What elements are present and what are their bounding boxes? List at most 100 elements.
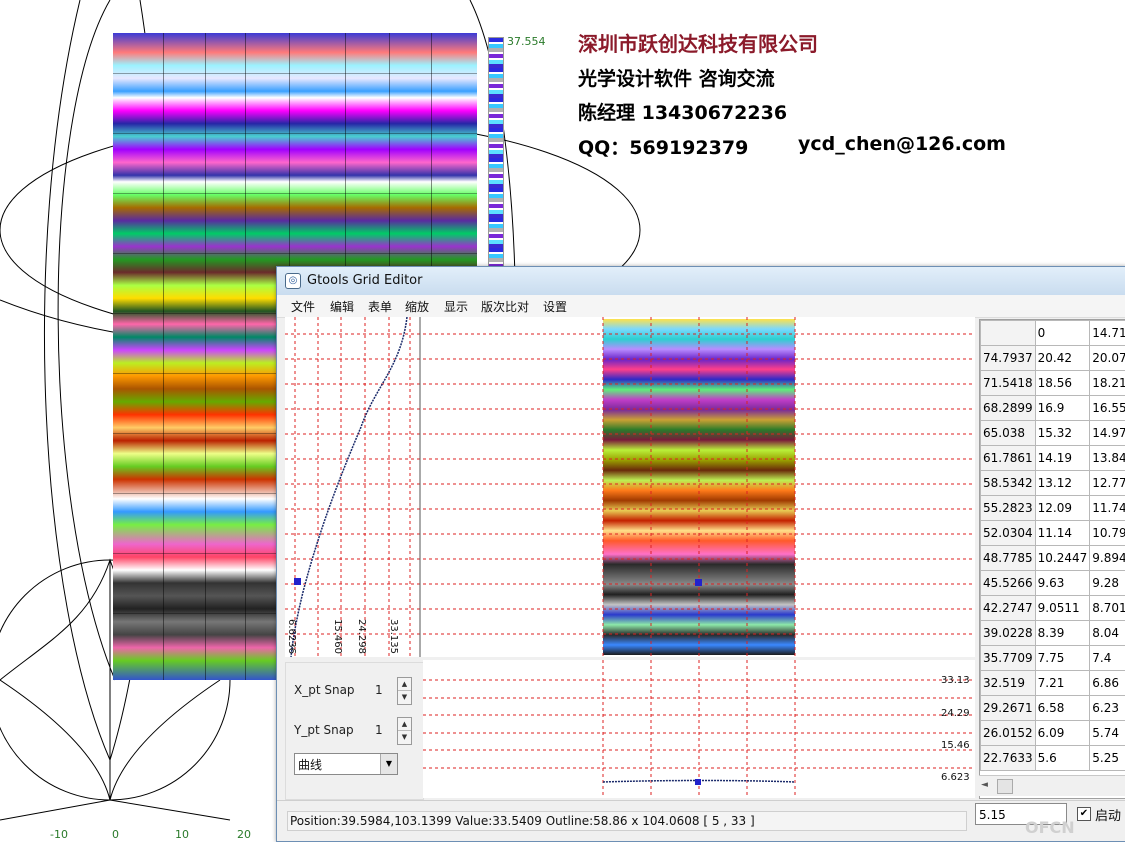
row-header[interactable]: 55.2823 — [981, 496, 1036, 521]
title-bar[interactable]: ◎ Gtools Grid Editor — [277, 267, 1125, 295]
table-cell[interactable]: 7.75 — [1035, 646, 1090, 671]
spin-up-icon[interactable]: ▲ — [398, 718, 411, 731]
menu-edit[interactable]: 编辑 — [330, 298, 354, 315]
x-snap-spinner[interactable]: ▲▼ — [397, 677, 412, 705]
column-header[interactable]: 14.715 — [1090, 321, 1125, 346]
table-cell[interactable]: 7.21 — [1035, 671, 1090, 696]
table-cell[interactable]: 6.86 — [1090, 671, 1125, 696]
value-grid[interactable]: 0 14.715 74.793720.4220.07 71.541818.5618… — [980, 320, 1125, 771]
row-header[interactable]: 65.038 — [981, 421, 1036, 446]
row-header[interactable]: 68.2899 — [981, 396, 1036, 421]
menu-display[interactable]: 显示 — [444, 298, 468, 315]
column-header[interactable]: 0 — [1035, 321, 1090, 346]
table-cell[interactable]: 12.09 — [1035, 496, 1090, 521]
color-scale-max-label: 37.554 — [507, 35, 546, 48]
table-cell[interactable]: 9.0511 — [1035, 596, 1090, 621]
table-cell[interactable]: 15.32 — [1035, 421, 1090, 446]
mode-select[interactable]: 曲线 ▼ — [294, 753, 398, 775]
scroll-left-icon[interactable]: ◄ — [981, 780, 988, 790]
x-snap-label: X_pt Snap — [294, 683, 355, 697]
curve-tick-label: 33.13 — [941, 675, 970, 686]
spin-down-icon[interactable]: ▼ — [398, 731, 411, 743]
chevron-down-icon[interactable]: ▼ — [380, 754, 397, 774]
menu-settings[interactable]: 设置 — [543, 298, 567, 315]
spin-up-icon[interactable]: ▲ — [398, 678, 411, 691]
table-cell[interactable]: 12.77 — [1090, 471, 1125, 496]
table-cell[interactable]: 8.39 — [1035, 621, 1090, 646]
row-header[interactable]: 45.5266 — [981, 571, 1036, 596]
table-cell[interactable]: 14.19 — [1035, 446, 1090, 471]
table-cell[interactable]: 5.74 — [1090, 721, 1125, 746]
table-cell[interactable]: 5.6 — [1035, 746, 1090, 771]
table-cell[interactable]: 20.07 — [1090, 346, 1125, 371]
row-header[interactable]: 22.7633 — [981, 746, 1036, 771]
table-row: 45.52669.639.28 — [981, 571, 1125, 596]
row-header[interactable]: 29.2671 — [981, 696, 1036, 721]
curve-tick-label: 15.46 — [941, 740, 970, 751]
row-header[interactable]: 42.2747 — [981, 596, 1036, 621]
table-cell[interactable]: 18.21 — [1090, 371, 1125, 396]
status-bar: Position:39.5984,103.1399 Value:33.5409 … — [277, 800, 1125, 841]
row-header[interactable]: 71.5418 — [981, 371, 1036, 396]
table-cell[interactable]: 8.04 — [1090, 621, 1125, 646]
table-cell[interactable]: 6.23 — [1090, 696, 1125, 721]
spin-down-icon[interactable]: ▼ — [398, 691, 411, 703]
menu-zoom[interactable]: 缩放 — [405, 298, 429, 315]
table-row: 42.27479.05118.7011 — [981, 596, 1125, 621]
menu-version-compare[interactable]: 版次比对 — [481, 298, 529, 315]
row-header[interactable]: 48.7785 — [981, 546, 1036, 571]
table-cell[interactable]: 11.74 — [1090, 496, 1125, 521]
table-row: 65.03815.3214.97 — [981, 421, 1125, 446]
row-header[interactable]: 58.5342 — [981, 471, 1036, 496]
grid-plot-area[interactable]: 6.6236 15.460 24.298 33.135 — [285, 317, 975, 657]
table-cell[interactable]: 18.56 — [1035, 371, 1090, 396]
enable-checkbox[interactable]: ✔ — [1077, 807, 1091, 821]
profile-tick-label: 6.6236 — [286, 619, 297, 654]
row-header[interactable]: 52.0304 — [981, 521, 1036, 546]
table-cell[interactable]: 20.42 — [1035, 346, 1090, 371]
table-cell[interactable]: 13.84 — [1090, 446, 1125, 471]
y-snap-value[interactable]: 1 — [375, 723, 383, 737]
table-cell[interactable]: 10.2447 — [1035, 546, 1090, 571]
table-row: 61.786114.1913.84 — [981, 446, 1125, 471]
y-snap-spinner[interactable]: ▲▼ — [397, 717, 412, 745]
table-cell[interactable]: 9.28 — [1090, 571, 1125, 596]
table-cell[interactable]: 10.79 — [1090, 521, 1125, 546]
value-table[interactable]: 0 14.715 74.793720.4220.07 71.541818.5618… — [979, 319, 1125, 799]
grid-line — [245, 33, 246, 680]
curve-plot-area[interactable]: 33.13 24.29 15.46 6.623 — [423, 660, 975, 798]
table-cell[interactable]: 6.58 — [1035, 696, 1090, 721]
row-header[interactable]: 32.519 — [981, 671, 1036, 696]
grid-line — [205, 33, 206, 680]
grid-line — [113, 193, 477, 194]
table-cell[interactable]: 5.25 — [1090, 746, 1125, 771]
table-cell[interactable]: 9.8947 — [1090, 546, 1125, 571]
row-header[interactable]: 26.0152 — [981, 721, 1036, 746]
menu-file[interactable]: 文件 — [291, 298, 315, 315]
table-row: 68.289916.916.55 — [981, 396, 1125, 421]
table-cell[interactable]: 11.14 — [1035, 521, 1090, 546]
row-header[interactable]: 74.7937 — [981, 346, 1036, 371]
table-cell[interactable]: 16.9 — [1035, 396, 1090, 421]
table-cell[interactable]: 6.09 — [1035, 721, 1090, 746]
table-row: 55.282312.0911.74 — [981, 496, 1125, 521]
table-cell[interactable]: 13.12 — [1035, 471, 1090, 496]
row-header[interactable]: 61.7861 — [981, 446, 1036, 471]
color-scale-bar — [488, 37, 504, 274]
table-cell[interactable]: 7.4 — [1090, 646, 1125, 671]
table-row: 26.01526.095.74 — [981, 721, 1125, 746]
grid-line — [113, 133, 477, 134]
bottom-axis-tick: 0 — [112, 828, 119, 841]
menu-form[interactable]: 表单 — [368, 298, 392, 315]
table-horizontal-scrollbar[interactable]: ◄ — [979, 775, 1125, 796]
table-cell[interactable]: 9.63 — [1035, 571, 1090, 596]
table-cell[interactable]: 14.97 — [1090, 421, 1125, 446]
grid-editor-window: ◎ Gtools Grid Editor 文件 编辑 表单 缩放 显示 版次比对… — [276, 266, 1125, 842]
row-header[interactable]: 35.7709 — [981, 646, 1036, 671]
row-header[interactable]: 39.0228 — [981, 621, 1036, 646]
snap-controls-panel: X_pt Snap 1 ▲▼ Y_pt Snap 1 ▲▼ 曲线 ▼ — [285, 662, 424, 800]
table-cell[interactable]: 16.55 — [1090, 396, 1125, 421]
x-snap-value[interactable]: 1 — [375, 683, 383, 697]
scroll-thumb[interactable] — [997, 779, 1013, 794]
table-cell[interactable]: 8.7011 — [1090, 596, 1125, 621]
